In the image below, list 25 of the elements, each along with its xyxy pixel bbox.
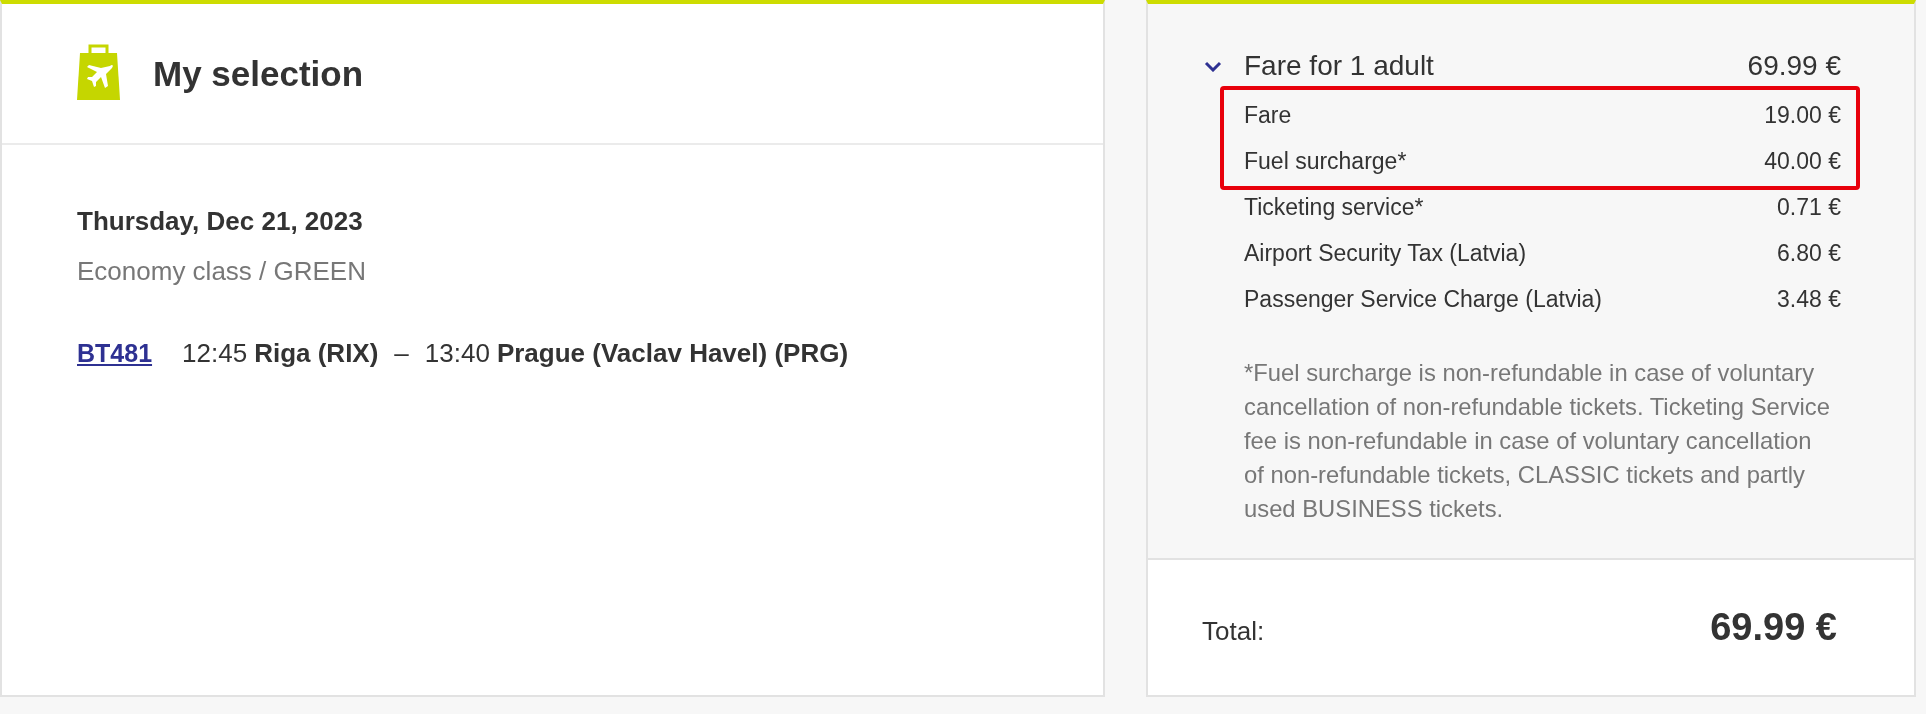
fee-amount: 0.71 € (1777, 193, 1841, 221)
departure-time: 12:45 (182, 337, 248, 370)
fee-label: Passenger Service Charge (Latvia) (1244, 285, 1602, 313)
route-dash: – (394, 337, 409, 370)
fee-label: Airport Security Tax (Latvia) (1244, 239, 1527, 267)
fee-label: Fuel surcharge* (1244, 147, 1407, 175)
cabin-class: Economy class / GREEN (77, 255, 367, 288)
fee-label: Ticketing service* (1244, 193, 1424, 221)
panel-title: My selection (153, 52, 364, 95)
fee-amount: 3.48 € (1777, 285, 1841, 313)
fee-amount: 19.00 € (1764, 101, 1841, 129)
fee-label: Fare (1244, 101, 1292, 129)
fee-amount: 40.00 € (1764, 147, 1841, 175)
fee-amount: 6.80 € (1777, 239, 1841, 267)
arrival-airport: Prague (Vaclav Havel) (PRG) (496, 337, 849, 370)
arrival-time: 13:40 (424, 337, 490, 370)
flight-number-link[interactable]: BT481 (77, 333, 153, 373)
total-amount: 69.99 € (1710, 606, 1837, 649)
total-label: Total: (1202, 616, 1265, 647)
fare-toggle[interactable]: Fare for 1 adult (1204, 50, 1434, 82)
fare-footnote: *Fuel surcharge is non-refundable in case of voluntary cancellation of non-refundable tickets. Ticketing Service fee is non-refundable in case of voluntary cancellation of non-refundable tickets, CLASSIC tickets and partly used BUSINESS tickets. (1244, 358, 1831, 524)
fare-total-amount: 69.99 € (1747, 50, 1841, 82)
flight-date: Thursday, Dec 21, 2023 (77, 205, 364, 238)
shopping-bag-plane-icon (77, 43, 120, 100)
departure-airport: Riga (RIX) (254, 337, 379, 370)
